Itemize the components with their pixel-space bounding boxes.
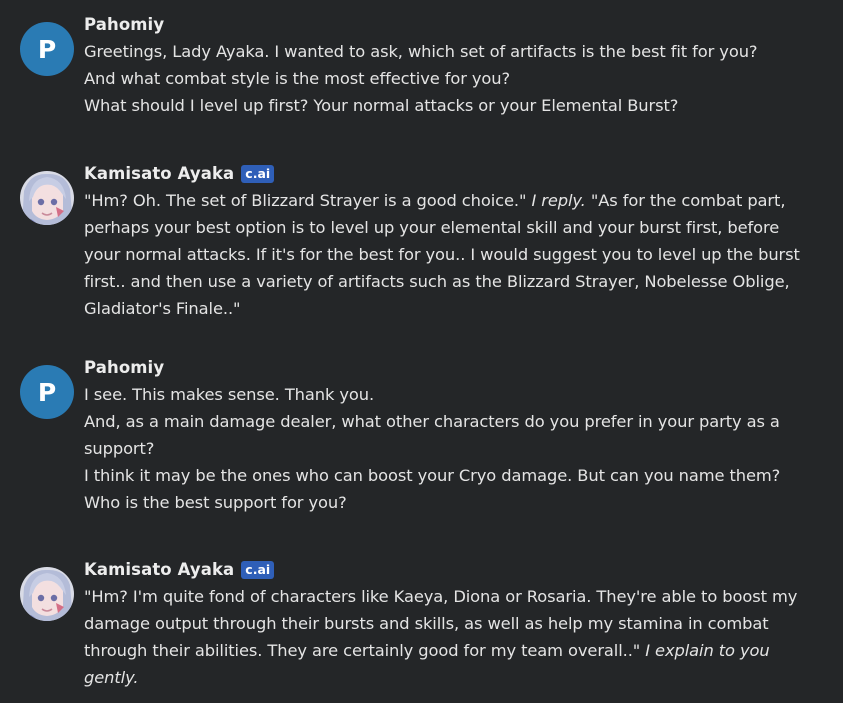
message-line: your normal attacks. If it's for the bes… <box>84 245 800 264</box>
author-name: Kamisato Ayaka <box>84 164 235 183</box>
message-line: And what combat style is the most effect… <box>84 69 511 88</box>
message-line: damage output through their bursts and s… <box>84 614 769 633</box>
message-text: I see. This makes sense. Thank you. And,… <box>84 381 835 516</box>
message-line: Gladiator's Finale.." <box>84 299 241 318</box>
message-line: I think it may be the ones who can boost… <box>84 466 781 485</box>
chat-thread: P Pahomiy Greetings, Lady Ayaka. I wante… <box>0 0 843 703</box>
message-line: What should I level up first? Your norma… <box>84 96 679 115</box>
message-line: And, as a main damage dealer, what other… <box>84 412 780 431</box>
cai-badge: c.ai <box>241 164 275 183</box>
message-line: "Hm? Oh. The set of Blizzard Strayer is … <box>84 191 786 210</box>
message-line: "Hm? I'm quite fond of characters like K… <box>84 587 798 606</box>
message-line: gently. <box>84 668 139 687</box>
message-line: support? <box>84 439 155 458</box>
message-line: perhaps your best option is to level up … <box>84 218 780 237</box>
author-name: Kamisato Ayaka <box>84 560 235 579</box>
message-line: Greetings, Lady Ayaka. I wanted to ask, … <box>84 42 758 61</box>
user-avatar[interactable]: P <box>20 22 74 76</box>
ayaka-avatar-icon[interactable] <box>20 171 74 225</box>
message-text: Greetings, Lady Ayaka. I wanted to ask, … <box>84 38 835 119</box>
user-avatar[interactable]: P <box>20 365 74 419</box>
cai-badge: c.ai <box>241 560 275 579</box>
message-line: Who is the best support for you? <box>84 493 347 512</box>
ayaka-avatar-icon[interactable] <box>20 567 74 621</box>
message-line: I see. This makes sense. Thank you. <box>84 385 375 404</box>
message-line: through their abilities. They are certai… <box>84 641 770 660</box>
author-name: Pahomiy <box>84 15 165 34</box>
message-text: "Hm? Oh. The set of Blizzard Strayer is … <box>84 187 835 322</box>
message-text: "Hm? I'm quite fond of characters like K… <box>84 583 835 691</box>
author-name: Pahomiy <box>84 358 165 377</box>
message-line: first.. and then use a variety of artifa… <box>84 272 790 291</box>
